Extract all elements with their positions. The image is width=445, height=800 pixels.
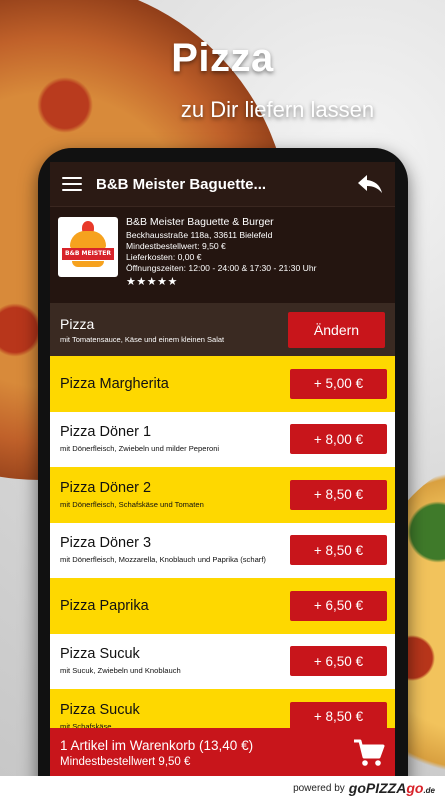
gopizzago-logo[interactable]: goPIZZAgo.de — [349, 780, 435, 796]
item-desc: mit Sucuk, Zwiebeln und Knoblauch — [60, 666, 181, 676]
item-name: Pizza Döner 3 — [60, 535, 152, 552]
list-item[interactable]: Pizza Döner 1 mit Dönerfleisch, Zwiebeln… — [50, 411, 395, 467]
list-item[interactable]: Pizza Sucuk mit Sucuk, Zwiebeln und Knob… — [50, 633, 395, 689]
back-arrow-icon[interactable] — [357, 173, 383, 195]
item-name: Pizza Döner 1 — [60, 424, 152, 441]
restaurant-address: Beckhausstraße 118a, 33611 Bielefeld — [126, 230, 273, 240]
app-bar-title: B&B Meister Baguette... — [96, 175, 267, 193]
list-item[interactable]: Pizza Döner 3 mit Dönerfleisch, Mozzarel… — [50, 522, 395, 578]
change-button[interactable]: Ändern — [288, 311, 385, 348]
item-name: Pizza Döner 2 — [60, 479, 152, 496]
list-item[interactable]: Pizza Margherita + 5,00 € — [50, 356, 395, 412]
selected-product-name: Pizza — [60, 315, 95, 332]
restaurant-logo: B&B MEISTER — [58, 217, 118, 277]
item-name: Pizza Margherita — [60, 375, 169, 392]
add-button[interactable]: + 6,50 € — [290, 646, 387, 677]
item-name: Pizza Sucuk — [60, 701, 140, 718]
restaurant-name: B&B Meister Baguette & Burger — [126, 216, 274, 228]
logo-text: B&B MEISTER — [62, 248, 114, 260]
add-button[interactable]: + 6,50 € — [290, 590, 387, 621]
app-screen: B&B Meister Baguette... B&B MEISTER B&B … — [50, 162, 395, 777]
rating-stars: ★★★★★ — [126, 276, 178, 288]
restaurant-min-order: Mindestbestellwert: 9,50 € — [126, 241, 226, 251]
item-desc: mit Dönerfleisch, Schafskäse und Tomaten — [60, 499, 204, 509]
restaurant-hours: Öffnungszeiten: 12:00 - 24:00 & 17:30 - … — [126, 263, 317, 273]
footer: powered by goPIZZAgo.de — [0, 776, 445, 800]
cart-bar[interactable]: 1 Artikel im Warenkorb (13,40 €) Mindest… — [50, 728, 395, 777]
restaurant-info: B&B Meister Baguette & Burger Beckhausst… — [126, 217, 316, 293]
selected-product-desc: mit Tomatensauce, Käse und einem kleinen… — [60, 334, 225, 344]
option-list: Pizza Margherita + 5,00 € Pizza Döner 1 … — [50, 356, 395, 745]
hamburger-menu-icon[interactable] — [62, 177, 82, 191]
item-name: Pizza Paprika — [60, 597, 149, 614]
item-desc: mit Dönerfleisch, Mozzarella, Knoblauch … — [60, 555, 266, 565]
list-item[interactable]: Pizza Döner 2 mit Dönerfleisch, Schafskä… — [50, 467, 395, 523]
cart-count: 1 Artikel im Warenkorb (13,40 €) — [60, 737, 254, 753]
powered-by-text: powered by — [293, 782, 345, 794]
list-item[interactable]: Pizza Paprika + 6,50 € — [50, 578, 395, 634]
item-name: Pizza Sucuk — [60, 646, 140, 663]
hero-title: Pizza — [171, 36, 274, 80]
item-desc: mit Dönerfleisch, Zwiebeln und milder Pe… — [60, 444, 220, 454]
restaurant-delivery-cost: Lieferkosten: 0,00 € — [126, 252, 202, 262]
app-bar: B&B Meister Baguette... — [50, 162, 395, 206]
selected-product: Pizza mit Tomatensauce, Käse und einem k… — [50, 303, 395, 356]
add-button[interactable]: + 5,00 € — [290, 368, 387, 399]
hero-subtitle: zu Dir liefern lassen — [180, 97, 375, 122]
restaurant-header: B&B MEISTER B&B Meister Baguette & Burge… — [50, 206, 395, 303]
add-button[interactable]: + 8,50 € — [290, 479, 387, 510]
shopping-cart-icon[interactable] — [353, 738, 385, 768]
cart-min-order: Mindestbestellwert 9,50 € — [60, 755, 191, 768]
add-button[interactable]: + 8,50 € — [290, 535, 387, 566]
add-button[interactable]: + 8,00 € — [290, 424, 387, 455]
